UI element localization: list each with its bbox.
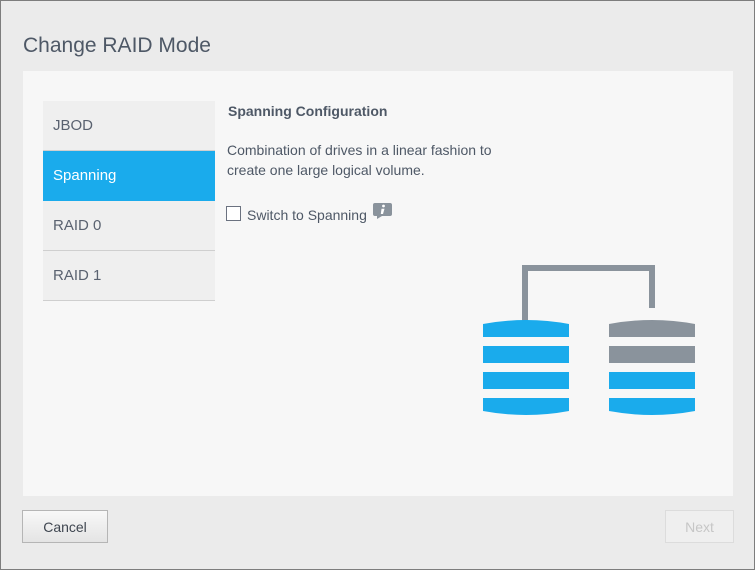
drive-left-icon	[483, 320, 569, 415]
mode-item-jbod[interactable]: JBOD	[43, 101, 215, 151]
switch-label: Switch to Spanning	[247, 207, 367, 223]
config-title: Spanning Configuration	[228, 103, 388, 119]
dialog-title: Change RAID Mode	[23, 34, 211, 57]
cancel-button[interactable]: Cancel	[22, 510, 108, 543]
mode-item-raid0[interactable]: RAID 0	[43, 201, 215, 251]
raid-mode-list: JBOD Spanning RAID 0 RAID 1	[43, 101, 215, 301]
info-icon[interactable]	[372, 202, 393, 220]
drive-right-icon	[609, 320, 695, 415]
config-description: Combination of drives in a linear fashio…	[227, 142, 492, 178]
drive-connector	[522, 265, 655, 324]
switch-to-spanning-checkbox[interactable]	[226, 205, 241, 221]
mode-item-raid1[interactable]: RAID 1	[43, 251, 215, 301]
spanning-diagram	[483, 265, 695, 415]
next-button[interactable]: Next	[665, 510, 734, 543]
change-raid-mode-dialog: Change RAID Mode JBOD Spanning RAID 0 RA…	[0, 0, 755, 570]
mode-item-spanning[interactable]: Spanning	[43, 151, 215, 201]
content-panel: JBOD Spanning RAID 0 RAID 1 Spanning Con…	[23, 71, 733, 496]
switch-row: Switch to Spanning	[226, 203, 393, 223]
